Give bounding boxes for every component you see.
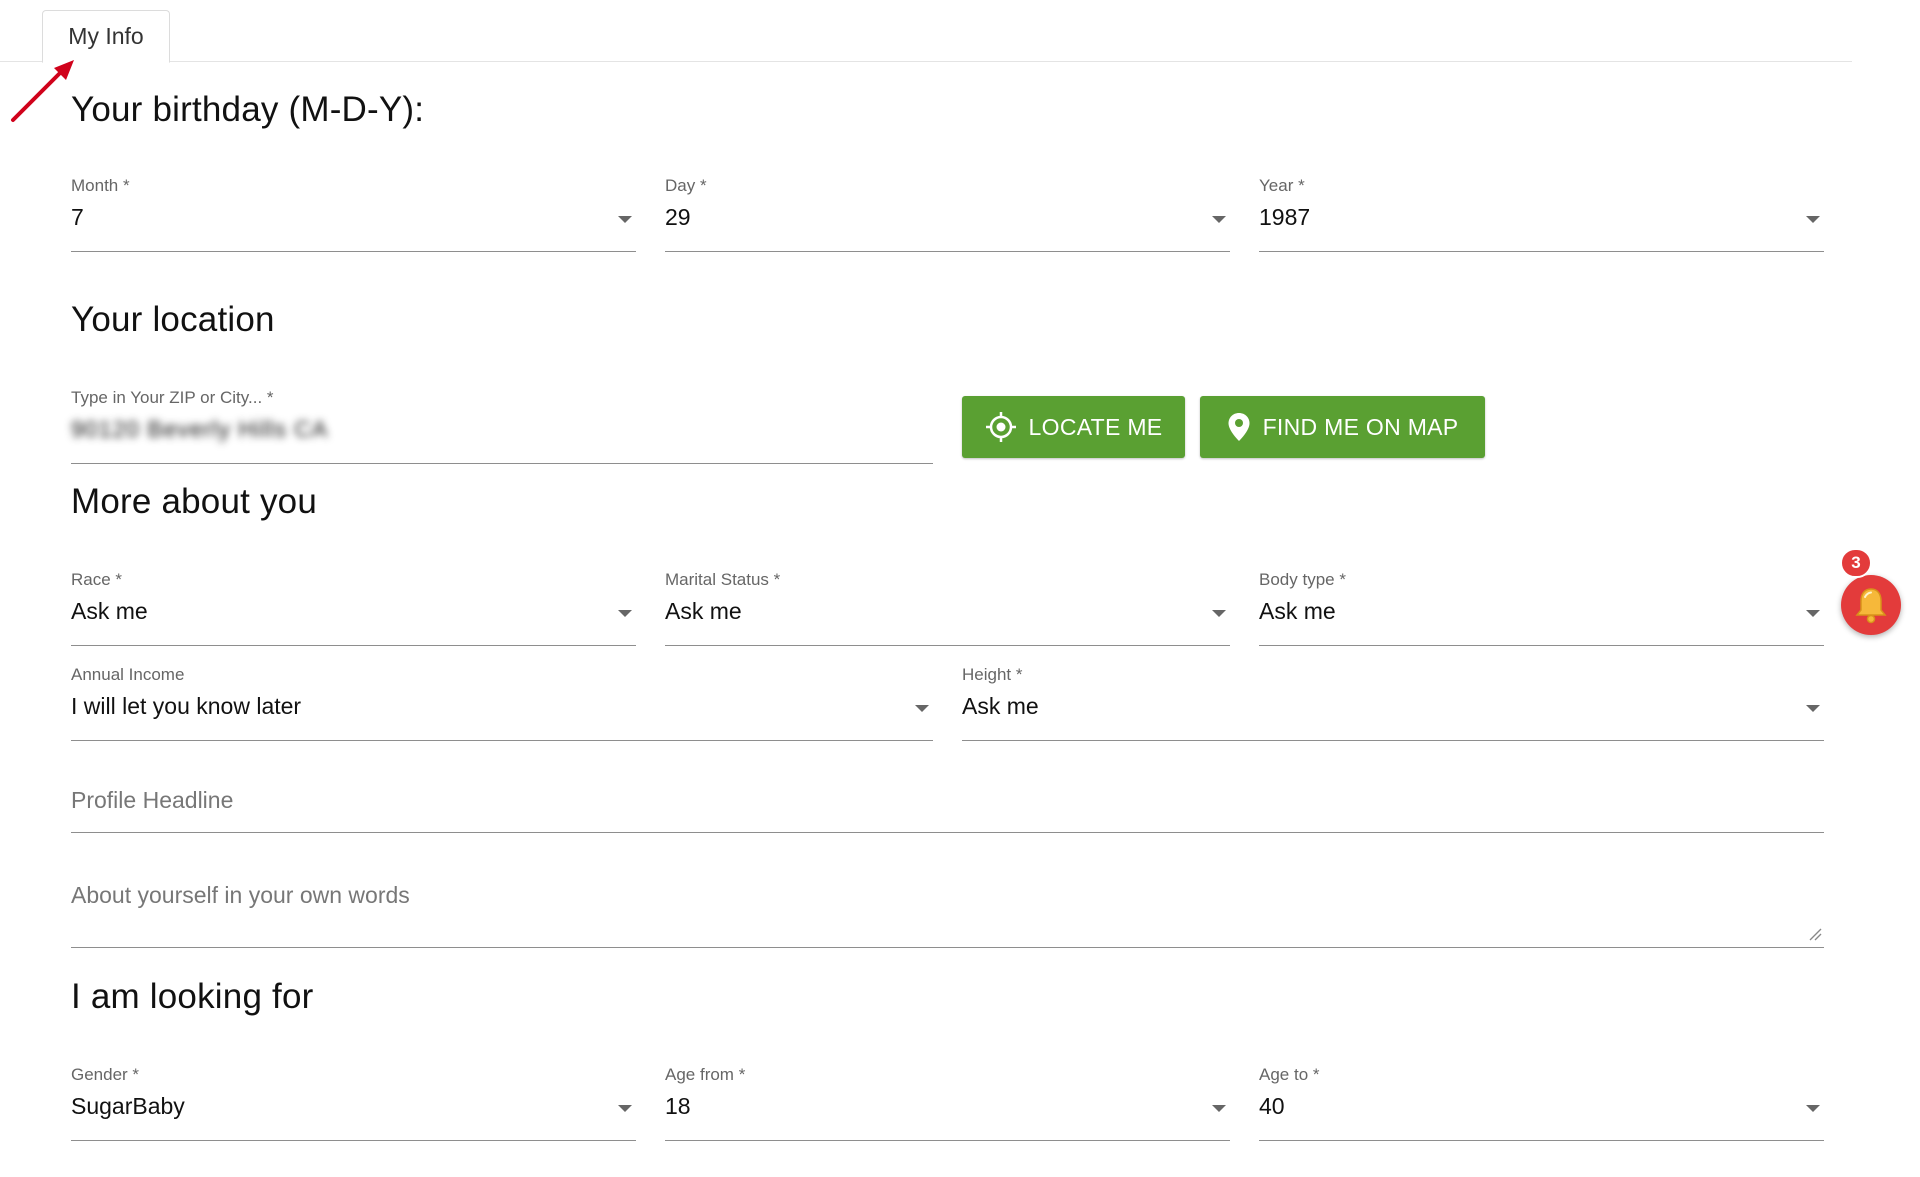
body-type-select[interactable]: Body type * Ask me bbox=[1259, 570, 1824, 646]
crosshair-icon bbox=[985, 412, 1016, 442]
notification-count-badge: 3 bbox=[1840, 548, 1872, 578]
annual-income-value: I will let you know later bbox=[71, 693, 302, 719]
chevron-down-icon bbox=[618, 610, 632, 617]
race-value: Ask me bbox=[71, 598, 148, 624]
tab-my-info[interactable]: My Info bbox=[42, 10, 170, 63]
gender-select[interactable]: Gender * SugarBaby bbox=[71, 1065, 636, 1141]
locate-me-label: LOCATE ME bbox=[1028, 413, 1163, 440]
chevron-down-icon bbox=[618, 1105, 632, 1112]
chevron-down-icon bbox=[1806, 1105, 1820, 1112]
annotation-arrow-icon bbox=[11, 60, 74, 122]
location-heading: Your location bbox=[71, 300, 275, 339]
age-to-select[interactable]: Age to * 40 bbox=[1259, 1065, 1824, 1141]
marital-status-label: Marital Status * bbox=[665, 570, 781, 589]
marital-status-select[interactable]: Marital Status * Ask me bbox=[665, 570, 1230, 646]
more-about-you-heading: More about you bbox=[71, 482, 318, 521]
find-me-on-map-button[interactable]: FIND ME ON MAP bbox=[1200, 396, 1485, 458]
find-me-on-map-label: FIND ME ON MAP bbox=[1262, 413, 1459, 440]
looking-for-heading: I am looking for bbox=[71, 977, 314, 1016]
resize-handle-icon[interactable] bbox=[1808, 927, 1822, 941]
chevron-down-icon bbox=[1806, 216, 1820, 223]
month-select[interactable]: Month * 7 bbox=[71, 176, 636, 252]
about-yourself-textarea[interactable]: About yourself in your own words bbox=[71, 882, 1824, 948]
age-to-value: 40 bbox=[1259, 1093, 1285, 1119]
annual-income-select[interactable]: Annual Income I will let you know later bbox=[71, 665, 933, 741]
chevron-down-icon bbox=[618, 216, 632, 223]
chevron-down-icon bbox=[1212, 216, 1226, 223]
location-label: Type in Your ZIP or City... * bbox=[71, 388, 274, 407]
marital-status-value: Ask me bbox=[665, 598, 742, 624]
tab-my-info-label: My Info bbox=[68, 23, 144, 49]
age-from-select[interactable]: Age from * 18 bbox=[665, 1065, 1230, 1141]
age-from-label: Age from * bbox=[665, 1065, 746, 1084]
gender-value: SugarBaby bbox=[71, 1093, 185, 1119]
annual-income-label: Annual Income bbox=[71, 665, 185, 684]
height-value: Ask me bbox=[962, 693, 1039, 719]
map-pin-icon bbox=[1228, 413, 1250, 441]
locate-me-button[interactable]: LOCATE ME bbox=[962, 396, 1185, 458]
chevron-down-icon bbox=[915, 705, 929, 712]
height-select[interactable]: Height * Ask me bbox=[962, 665, 1824, 741]
chevron-down-icon bbox=[1212, 1105, 1226, 1112]
location-value: 90120 Beverly Hills CA bbox=[71, 416, 329, 442]
day-label: Day * bbox=[665, 176, 707, 195]
year-label: Year * bbox=[1259, 176, 1305, 195]
year-value: 1987 bbox=[1259, 204, 1311, 230]
gender-label: Gender * bbox=[71, 1065, 140, 1084]
age-to-label: Age to * bbox=[1259, 1065, 1320, 1084]
tab-bar: My Info bbox=[0, 0, 1852, 63]
birthday-heading: Your birthday (M-D-Y): bbox=[71, 90, 425, 129]
notification-bell-button[interactable] bbox=[1841, 575, 1901, 635]
age-from-value: 18 bbox=[665, 1093, 691, 1119]
body-type-value: Ask me bbox=[1259, 598, 1336, 624]
body-type-label: Body type * bbox=[1259, 570, 1346, 589]
chevron-down-icon bbox=[1806, 610, 1820, 617]
race-select[interactable]: Race * Ask me bbox=[71, 570, 636, 646]
height-label: Height * bbox=[962, 665, 1023, 684]
chevron-down-icon bbox=[1212, 610, 1226, 617]
about-yourself-placeholder: About yourself in your own words bbox=[71, 882, 410, 908]
chevron-down-icon bbox=[1806, 705, 1820, 712]
day-select[interactable]: Day * 29 bbox=[665, 176, 1230, 252]
day-value: 29 bbox=[665, 204, 691, 230]
location-input[interactable]: Type in Your ZIP or City... * 90120 Beve… bbox=[71, 388, 933, 464]
month-label: Month * bbox=[71, 176, 130, 195]
profile-headline-placeholder: Profile Headline bbox=[71, 787, 234, 813]
profile-headline-input[interactable]: Profile Headline bbox=[71, 787, 1824, 833]
year-select[interactable]: Year * 1987 bbox=[1259, 176, 1824, 252]
race-label: Race * bbox=[71, 570, 123, 589]
month-value: 7 bbox=[71, 204, 84, 230]
bell-icon bbox=[1855, 588, 1887, 624]
